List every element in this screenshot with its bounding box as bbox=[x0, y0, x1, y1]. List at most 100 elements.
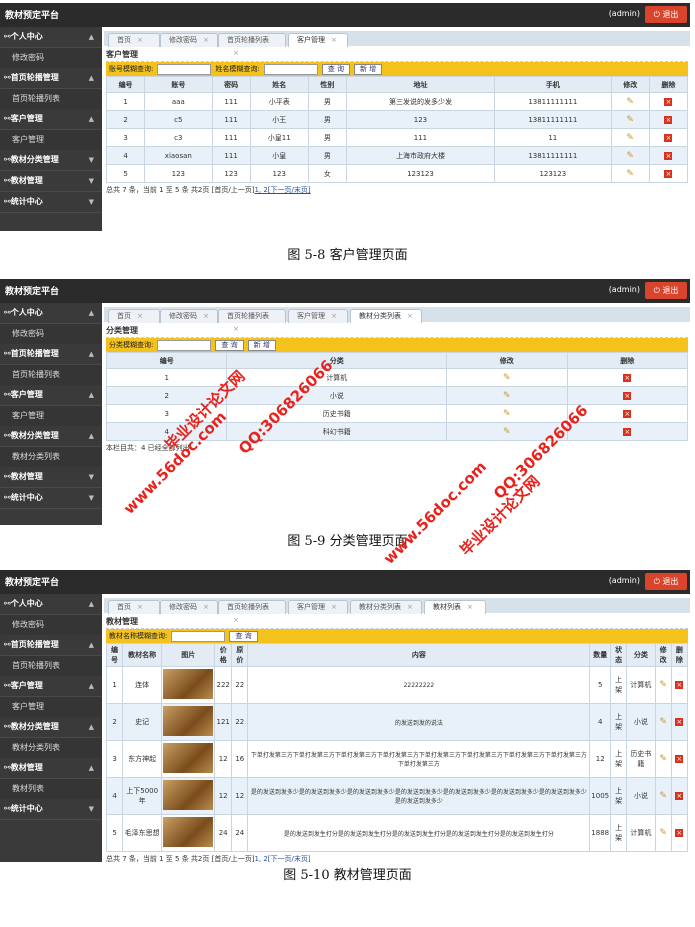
pencil-icon[interactable]: ✎ bbox=[503, 427, 511, 437]
tab[interactable]: 修改密码 × bbox=[160, 600, 218, 614]
tab[interactable]: 修改密码 × bbox=[160, 33, 218, 47]
close-icon[interactable]: × bbox=[407, 603, 413, 611]
sidebar-item[interactable]: ⚯个人中心 ▲ bbox=[0, 594, 102, 615]
search-input[interactable] bbox=[157, 339, 212, 351]
close-icon[interactable]: × bbox=[137, 36, 143, 44]
close-icon[interactable]: × bbox=[467, 603, 473, 611]
pencil-icon[interactable]: ✎ bbox=[659, 828, 667, 838]
next-page-link[interactable]: [下一页/末页] bbox=[268, 855, 311, 862]
pencil-icon[interactable]: ✎ bbox=[626, 97, 634, 107]
sidebar-item[interactable]: 首页轮播列表 bbox=[0, 365, 102, 385]
sidebar-item[interactable]: 首页轮播列表 bbox=[0, 89, 102, 109]
sidebar-item[interactable]: ⚯教材管理 ▼ bbox=[0, 171, 102, 192]
pencil-icon[interactable]: ✎ bbox=[659, 791, 667, 801]
delete-icon[interactable]: × bbox=[664, 133, 673, 142]
sidebar-item[interactable]: ⚯客户管理 ▲ bbox=[0, 109, 102, 130]
page-links[interactable]: 1, 2 bbox=[254, 855, 267, 862]
close-icon[interactable]: × bbox=[407, 312, 413, 320]
delete-icon[interactable]: × bbox=[623, 391, 632, 400]
logout-button[interactable]: ⏻ 退出 bbox=[645, 6, 687, 23]
delete-icon[interactable]: × bbox=[623, 373, 632, 382]
sidebar-item[interactable]: ⚯首页轮播管理 ▲ bbox=[0, 68, 102, 89]
sidebar-item[interactable]: 首页轮播列表 bbox=[0, 656, 102, 676]
tab[interactable]: 教材列表 × bbox=[424, 600, 486, 614]
sidebar-item[interactable]: ⚯客户管理 ▲ bbox=[0, 385, 102, 406]
sidebar-item[interactable]: ⚯首页轮播管理 ▲ bbox=[0, 635, 102, 656]
tab[interactable]: 客户管理 × bbox=[288, 600, 348, 614]
tab[interactable]: 客户管理 × bbox=[288, 309, 348, 323]
next-page-link[interactable]: [下一页/末页] bbox=[268, 186, 311, 194]
tab[interactable]: 客户管理 × bbox=[288, 33, 348, 47]
pencil-icon[interactable]: ✎ bbox=[503, 409, 511, 419]
sidebar-item[interactable]: 客户管理 bbox=[0, 697, 102, 717]
delete-icon[interactable]: × bbox=[675, 681, 684, 689]
sidebar-item[interactable]: ⚯统计中心 ▼ bbox=[0, 192, 102, 213]
close-icon[interactable]: × bbox=[203, 36, 209, 44]
sidebar-item[interactable]: 教材列表 bbox=[0, 779, 102, 799]
search-input[interactable] bbox=[263, 63, 318, 75]
search-input[interactable] bbox=[157, 63, 212, 75]
pencil-icon[interactable]: ✎ bbox=[626, 133, 634, 143]
add-button[interactable]: 新 增 bbox=[353, 63, 383, 75]
search-button[interactable]: 查 询 bbox=[215, 339, 244, 351]
delete-icon[interactable]: × bbox=[675, 718, 684, 726]
tab[interactable]: 首页 × bbox=[108, 600, 160, 614]
logout-button[interactable]: ⏻ 退出 bbox=[645, 282, 687, 299]
delete-icon[interactable]: × bbox=[623, 427, 632, 436]
sidebar-item[interactable]: ⚯个人中心 ▲ bbox=[0, 303, 102, 324]
delete-icon[interactable]: × bbox=[675, 792, 684, 800]
close-icon[interactable]: × bbox=[203, 603, 209, 611]
sidebar-item[interactable]: 修改密码 bbox=[0, 48, 102, 68]
delete-icon[interactable]: × bbox=[664, 169, 673, 178]
delete-icon[interactable]: × bbox=[664, 97, 673, 106]
search-button[interactable]: 查 询 bbox=[321, 63, 350, 75]
delete-icon[interactable]: × bbox=[675, 829, 684, 837]
sidebar-item[interactable]: ⚯教材管理 ▲ bbox=[0, 758, 102, 779]
sidebar-item[interactable]: ⚯首页轮播管理 ▲ bbox=[0, 344, 102, 365]
sidebar-item[interactable]: ⚯统计中心 ▼ bbox=[0, 799, 102, 820]
delete-icon[interactable]: × bbox=[675, 755, 684, 763]
sidebar-item[interactable]: 教材分类列表 bbox=[0, 447, 102, 467]
tab[interactable]: 首页轮播列表× bbox=[218, 600, 286, 624]
close-icon[interactable]: × bbox=[203, 312, 209, 320]
sidebar-item[interactable]: ⚯统计中心 ▼ bbox=[0, 488, 102, 509]
sidebar-item[interactable]: 修改密码 bbox=[0, 615, 102, 635]
pencil-icon[interactable]: ✎ bbox=[659, 754, 667, 764]
add-button[interactable]: 新 增 bbox=[247, 339, 276, 351]
sidebar-item[interactable]: 客户管理 bbox=[0, 406, 102, 426]
delete-icon[interactable]: × bbox=[623, 409, 632, 418]
pencil-icon[interactable]: ✎ bbox=[626, 115, 634, 125]
page-links[interactable]: 1, 2 bbox=[254, 186, 267, 194]
close-icon[interactable]: × bbox=[331, 36, 337, 44]
sidebar-item[interactable]: 客户管理 bbox=[0, 130, 102, 150]
tab[interactable]: 教材分类列表 × bbox=[350, 600, 422, 614]
pencil-icon[interactable]: ✎ bbox=[503, 391, 511, 401]
tab[interactable]: 首页轮播列表× bbox=[218, 309, 286, 333]
search-input[interactable] bbox=[171, 630, 226, 642]
sidebar-item[interactable]: ⚯教材分类管理 ▲ bbox=[0, 717, 102, 738]
close-icon[interactable]: × bbox=[137, 312, 143, 320]
close-icon[interactable]: × bbox=[331, 312, 337, 320]
close-icon[interactable]: × bbox=[137, 603, 143, 611]
sidebar-item[interactable]: ⚯个人中心 ▲ bbox=[0, 27, 102, 48]
pencil-icon[interactable]: ✎ bbox=[626, 169, 634, 179]
sidebar-item[interactable]: 修改密码 bbox=[0, 324, 102, 344]
pencil-icon[interactable]: ✎ bbox=[503, 373, 511, 383]
sidebar-item[interactable]: 教材分类列表 bbox=[0, 738, 102, 758]
tab[interactable]: 首页 × bbox=[108, 33, 160, 47]
logout-button[interactable]: ⏻ 退出 bbox=[645, 573, 687, 590]
delete-icon[interactable]: × bbox=[664, 115, 673, 124]
tab[interactable]: 教材分类列表 × bbox=[350, 309, 422, 323]
pencil-icon[interactable]: ✎ bbox=[659, 717, 667, 727]
sidebar-item[interactable]: ⚯教材分类管理 ▲ bbox=[0, 426, 102, 447]
sidebar-item[interactable]: ⚯教材分类管理 ▼ bbox=[0, 150, 102, 171]
pencil-icon[interactable]: ✎ bbox=[626, 151, 634, 161]
tab[interactable]: 修改密码 × bbox=[160, 309, 218, 323]
search-button[interactable]: 查 询 bbox=[229, 630, 258, 642]
close-icon[interactable]: × bbox=[331, 603, 337, 611]
tab[interactable]: 首页 × bbox=[108, 309, 160, 323]
sidebar-item[interactable]: ⚯客户管理 ▲ bbox=[0, 676, 102, 697]
sidebar-item[interactable]: ⚯教材管理 ▼ bbox=[0, 467, 102, 488]
tab[interactable]: 首页轮播列表× bbox=[218, 33, 286, 57]
pencil-icon[interactable]: ✎ bbox=[659, 680, 667, 690]
